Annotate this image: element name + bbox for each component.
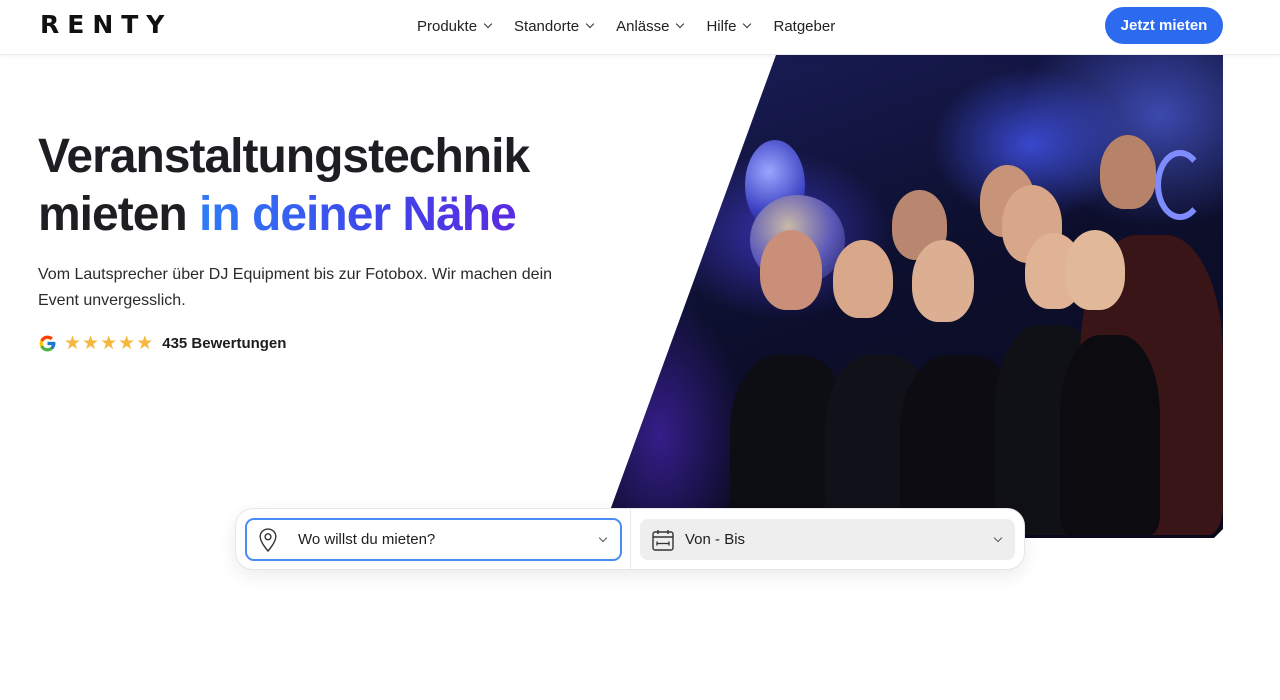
star-icon: ★ [118,332,136,354]
five-star-rating: ★ ★ ★ ★ ★ [64,334,154,353]
nav-item-hilfe[interactable]: Hilfe [706,17,752,35]
chevron-down-icon[interactable] [598,533,608,543]
main-nav: Produkte Standorte Anlässe Hilfe Ratgebe… [417,0,858,52]
person-shape [833,240,893,318]
nav-item-label: Produkte [417,17,478,35]
hero-title: Veranstaltungstechnik mieten in deiner N… [38,128,598,244]
chevron-down-icon [676,19,685,29]
balloon-shape [1155,150,1205,220]
person-shape [1065,230,1125,310]
nav-item-label: Ratgeber [773,17,836,35]
hero-title-line1: Veranstaltungstechnik [38,130,530,183]
nav-item-standorte[interactable]: Standorte [514,17,595,35]
hero-title-accent: in deiner Nähe [199,188,517,241]
chevron-down-icon [743,19,752,29]
person-shape [760,230,822,310]
nav-item-label: Hilfe [706,17,737,35]
map-pin-icon [259,527,277,552]
renty-logo[interactable]: RENTY [40,10,172,39]
site-header: RENTY Produkte Standorte Anlässe Hilfe R… [0,0,1280,55]
person-shape [1100,135,1156,209]
search-bar: Von - Bis [235,508,1025,570]
rent-now-button[interactable]: Jetzt mieten [1105,7,1223,44]
nav-item-label: Anlässe [616,17,670,35]
star-icon: ★ [100,332,118,354]
nav-item-anlaesse[interactable]: Anlässe [616,17,685,35]
star-icon: ★ [82,332,100,354]
nav-item-produkte[interactable]: Produkte [417,17,493,35]
star-icon: ★ [64,332,82,354]
hero-title-line2: mieten [38,188,200,241]
logo-text: RENTY [40,10,173,39]
google-rating[interactable]: ★ ★ ★ ★ ★ 435 Bewertungen [38,332,286,354]
person-shape [1060,335,1160,535]
date-range-field[interactable]: Von - Bis [640,519,1015,560]
date-range-label: Von - Bis [685,531,746,548]
hero-party-image [600,55,1223,538]
hero-subtitle: Vom Lautsprecher über DJ Equipment bis z… [38,266,553,309]
chevron-down-icon [585,19,595,29]
chevron-down-icon [483,19,493,29]
calendar-icon [652,529,674,551]
nav-item-label: Standorte [514,17,580,35]
google-icon [39,335,56,351]
star-icon: ★ [136,332,154,354]
person-shape [912,240,974,322]
reviews-count: 435 Bewertungen [162,334,287,352]
chevron-down-icon[interactable] [993,533,1003,543]
nav-item-ratgeber[interactable]: Ratgeber [773,18,835,35]
location-input[interactable] [298,531,578,548]
search-divider [630,509,631,569]
location-field[interactable] [245,518,622,561]
